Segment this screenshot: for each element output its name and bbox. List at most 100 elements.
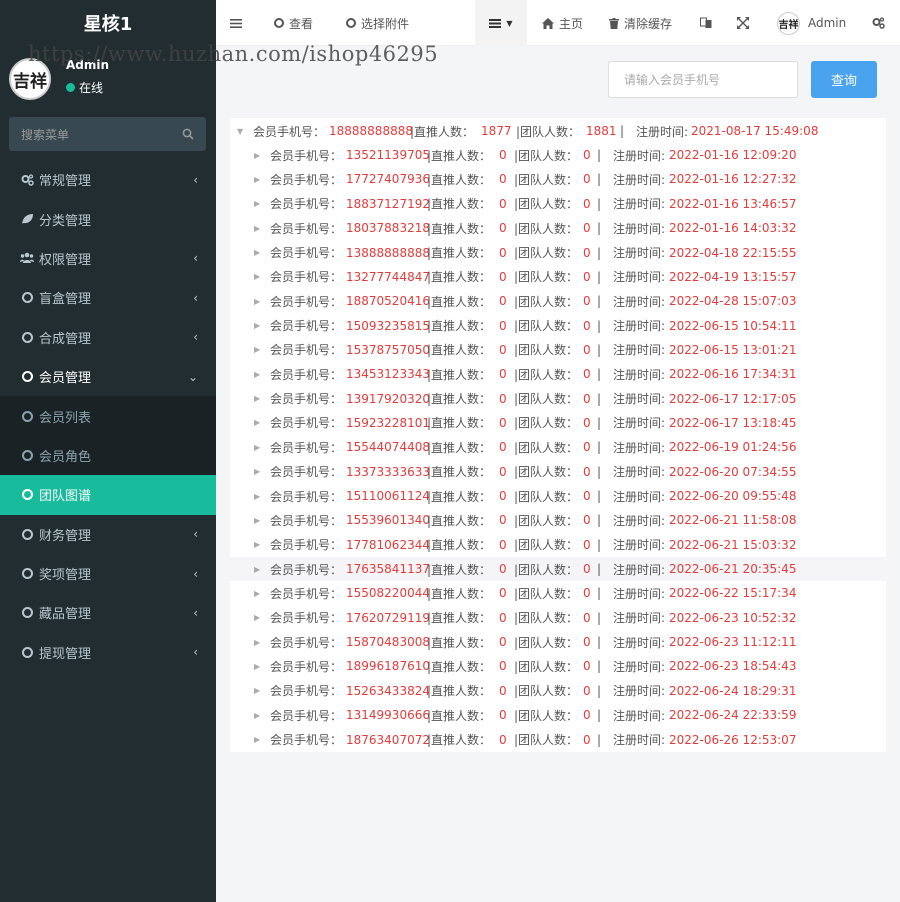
phone-label: 会员手机号： bbox=[270, 465, 343, 480]
sidebar-item-0[interactable]: 常规管理 ‹ bbox=[0, 160, 216, 199]
caret-right-icon[interactable]: ▶ bbox=[254, 370, 264, 379]
tree-node[interactable]: ▶ 会员手机号： 18996187610 |直推人数： 0 |团队人数： 0 | 注册时间: 20… bbox=[230, 654, 886, 678]
caret-right-icon[interactable]: ▶ bbox=[254, 711, 264, 720]
caret-right-icon[interactable]: ▶ bbox=[254, 686, 264, 695]
view-button[interactable]: 查看 bbox=[274, 0, 313, 46]
clear-cache-button[interactable]: 清除缓存 bbox=[609, 0, 672, 46]
sidebar-item-3[interactable]: 盲盒管理 ‹ bbox=[0, 278, 216, 317]
caret-right-icon[interactable]: ▶ bbox=[254, 418, 264, 427]
tree-node[interactable]: ▶ 会员手机号： 13888888888 |直推人数： 0 |团队人数： 0 | 注册时间: 20… bbox=[230, 240, 886, 264]
direct-count: 0 bbox=[499, 635, 507, 650]
caret-right-icon[interactable]: ▶ bbox=[254, 565, 264, 574]
settings-button[interactable] bbox=[872, 0, 885, 46]
sidebar-item-label: 提现管理 bbox=[39, 646, 92, 662]
caret-right-icon[interactable]: ▶ bbox=[254, 589, 264, 598]
tree-node[interactable]: ▶ 会员手机号： 15539601340 |直推人数： 0 |团队人数： 0 | 注册时间: 20… bbox=[230, 508, 886, 532]
tree-node[interactable]: ▶ 会员手机号： 18763407072 |直推人数： 0 |团队人数： 0 | 注册时间: 20… bbox=[230, 727, 886, 751]
tree-node[interactable]: ▶ 会员手机号： 13917920320 |直推人数： 0 |团队人数： 0 | 注册时间: 20… bbox=[230, 387, 886, 411]
caret-down-icon[interactable]: ▼ bbox=[237, 127, 247, 136]
sidebar-item-10[interactable]: 奖项管理 ‹ bbox=[0, 554, 216, 593]
caret-right-icon[interactable]: ▶ bbox=[254, 662, 264, 671]
member-phone-input[interactable]: 请输入会员手机号 bbox=[608, 61, 798, 98]
tree-node[interactable]: ▶ 会员手机号： 13373333633 |直推人数： 0 |团队人数： 0 | 注册时间: 20… bbox=[230, 460, 886, 484]
menu-toggle-button[interactable] bbox=[230, 0, 242, 46]
caret-right-icon[interactable]: ▶ bbox=[254, 394, 264, 403]
caret-right-icon[interactable]: ▶ bbox=[254, 272, 264, 281]
tree-node[interactable]: ▶ 会员手机号： 18870520416 |直推人数： 0 |团队人数： 0 | 注册时间: 20… bbox=[230, 289, 886, 313]
translate-button[interactable] bbox=[700, 0, 712, 46]
fullscreen-button[interactable] bbox=[737, 0, 749, 46]
tree-node[interactable]: ▶ 会员手机号： 18837127192 |直推人数： 0 |团队人数： 0 | 注册时间: 20… bbox=[230, 192, 886, 216]
phone-label: 会员手机号： bbox=[270, 586, 343, 601]
phone-label: 会员手机号： bbox=[270, 611, 343, 626]
sidebar-item-8[interactable]: 团队图谱 bbox=[0, 475, 216, 515]
tree-node[interactable]: ▶ 会员手机号： 17727407936 |直推人数： 0 |团队人数： 0 | 注册时间: 20… bbox=[230, 167, 886, 191]
tree-node[interactable]: ▶ 会员手机号： 15110061124 |直推人数： 0 |团队人数： 0 | 注册时间: 20… bbox=[230, 484, 886, 508]
caret-right-icon[interactable]: ▶ bbox=[254, 345, 264, 354]
caret-right-icon[interactable]: ▶ bbox=[254, 199, 264, 208]
sidebar-item-4[interactable]: 合成管理 ‹ bbox=[0, 318, 216, 357]
member-phone: 13521139705 bbox=[346, 148, 430, 163]
caret-right-icon[interactable]: ▶ bbox=[254, 224, 264, 233]
tree-node[interactable]: ▶ 会员手机号： 13277744847 |直推人数： 0 |团队人数： 0 | 注册时间: 20… bbox=[230, 265, 886, 289]
caret-right-icon[interactable]: ▶ bbox=[254, 735, 264, 744]
caret-right-icon[interactable]: ▶ bbox=[254, 297, 264, 306]
tree-node[interactable]: ▶ 会员手机号： 15508220044 |直推人数： 0 |团队人数： 0 | 注册时间: 20… bbox=[230, 581, 886, 605]
caret-right-icon[interactable]: ▶ bbox=[254, 321, 264, 330]
tree-node[interactable]: ▶ 会员手机号： 17620729119 |直推人数： 0 |团队人数： 0 | 注册时间: 20… bbox=[230, 606, 886, 630]
tree-node[interactable]: ▶ 会员手机号： 15263433824 |直推人数： 0 |团队人数： 0 | 注册时间: 20… bbox=[230, 679, 886, 703]
caret-right-icon[interactable]: ▶ bbox=[254, 638, 264, 647]
query-button[interactable]: 查询 bbox=[811, 61, 877, 98]
tree-node[interactable]: ▶ 会员手机号： 15544074408 |直推人数： 0 |团队人数： 0 | 注册时间: 20… bbox=[230, 435, 886, 459]
separator: | bbox=[597, 221, 602, 236]
caret-right-icon[interactable]: ▶ bbox=[254, 516, 264, 525]
home-button[interactable]: 主页 bbox=[542, 0, 583, 46]
caret-right-icon[interactable]: ▶ bbox=[254, 248, 264, 257]
sidebar-item-11[interactable]: 藏品管理 ‹ bbox=[0, 593, 216, 632]
gears-icon bbox=[20, 173, 34, 187]
tree-node[interactable]: ▶ 会员手机号： 13521139705 |直推人数： 0 |团队人数： 0 | 注册时间: 20… bbox=[230, 143, 886, 167]
app-logo-title[interactable]: 星核1 bbox=[0, 0, 216, 46]
sidebar-item-1[interactable]: 分类管理 bbox=[0, 199, 216, 238]
sidebar-item-12[interactable]: 提现管理 ‹ bbox=[0, 633, 216, 672]
caret-right-icon[interactable]: ▶ bbox=[254, 492, 264, 501]
home-label: 主页 bbox=[559, 16, 584, 31]
phone-label: 会员手机号： bbox=[253, 124, 326, 139]
chevron-left-icon: ‹ bbox=[193, 290, 198, 305]
team-label: |团队人数： bbox=[514, 611, 579, 626]
tree-node[interactable]: ▶ 会员手机号： 15923228101 |直推人数： 0 |团队人数： 0 | 注册时间: 20… bbox=[230, 411, 886, 435]
caret-right-icon[interactable]: ▶ bbox=[254, 467, 264, 476]
search-icon[interactable] bbox=[182, 128, 194, 140]
reg-label: 注册时间: bbox=[613, 659, 666, 674]
tree-node[interactable]: ▶ 会员手机号： 13453123343 |直推人数： 0 |团队人数： 0 | 注册时间: 20… bbox=[230, 362, 886, 386]
caret-right-icon[interactable]: ▶ bbox=[254, 443, 264, 452]
caret-right-icon[interactable]: ▶ bbox=[254, 613, 264, 622]
tree-node[interactable]: ▶ 会员手机号： 15870483008 |直推人数： 0 |团队人数： 0 | 注册时间: 20… bbox=[230, 630, 886, 654]
tree-root-node[interactable]: ▼ 会员手机号： 18888888888 |直推人数： 1877 |团队人数： 1881 | 注… bbox=[230, 119, 886, 143]
team-label: |团队人数： bbox=[514, 465, 579, 480]
sidebar-item-9[interactable]: 财务管理 ‹ bbox=[0, 515, 216, 554]
reg-label: 注册时间: bbox=[613, 489, 666, 504]
admin-user-menu[interactable]: 吉祥 Admin bbox=[777, 0, 846, 46]
tree-node[interactable]: ▶ 会员手机号： 15093235815 |直推人数： 0 |团队人数： 0 | 注册时间: 20… bbox=[230, 313, 886, 337]
tree-node[interactable]: ▶ 会员手机号： 15378757050 |直推人数： 0 |团队人数： 0 | 注册时间: 20… bbox=[230, 338, 886, 362]
tree-node[interactable]: ▶ 会员手机号： 17635841137 |直推人数： 0 |团队人数： 0 | 注册时间: 20… bbox=[230, 556, 886, 582]
tree-node[interactable]: ▶ 会员手机号： 13149930666 |直推人数： 0 |团队人数： 0 | 注册时间: 20… bbox=[230, 703, 886, 727]
tree-node[interactable]: ▶ 会员手机号： 17781062344 |直推人数： 0 |团队人数： 0 | 注册时间: 20… bbox=[230, 533, 886, 557]
nav-dropdown-button[interactable]: ▼ bbox=[475, 0, 527, 46]
direct-count: 0 bbox=[499, 245, 507, 260]
member-phone: 17781062344 bbox=[346, 537, 430, 552]
caret-right-icon[interactable]: ▶ bbox=[254, 175, 264, 184]
direct-label: |直推人数： bbox=[427, 172, 492, 187]
menu-search-input[interactable]: 搜索菜单 bbox=[9, 117, 206, 151]
member-phone: 15539601340 bbox=[346, 513, 430, 528]
caret-right-icon[interactable]: ▶ bbox=[254, 151, 264, 160]
home-icon bbox=[542, 17, 554, 29]
sidebar-item-6[interactable]: 会员列表 bbox=[0, 396, 216, 436]
select-attachment-button[interactable]: 选择附件 bbox=[346, 0, 409, 46]
sidebar-item-2[interactable]: 权限管理 ‹ bbox=[0, 239, 216, 278]
sidebar-item-5[interactable]: 会员管理 ⌄ bbox=[0, 357, 216, 396]
caret-right-icon[interactable]: ▶ bbox=[254, 540, 264, 549]
tree-node[interactable]: ▶ 会员手机号： 18037883218 |直推人数： 0 |团队人数： 0 | 注册时间: 20… bbox=[230, 216, 886, 240]
sidebar-item-7[interactable]: 会员角色 bbox=[0, 435, 216, 476]
